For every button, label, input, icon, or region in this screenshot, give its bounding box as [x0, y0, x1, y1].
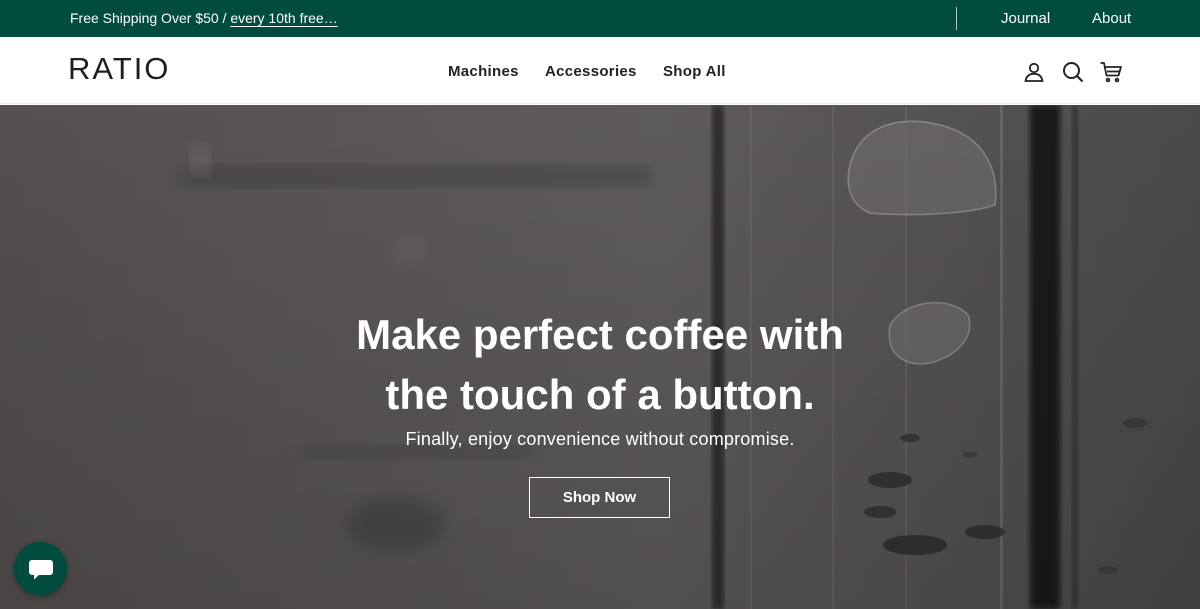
shop-now-button[interactable]: Shop Now: [529, 477, 670, 518]
journal-link[interactable]: Journal: [1001, 10, 1050, 27]
announcement-bar: Free Shipping Over $50 / every 10th free…: [0, 0, 1200, 37]
announcement-divider: [956, 7, 957, 30]
hero-title-line-1: Make perfect coffee with: [356, 311, 844, 358]
cart-icon[interactable]: [1099, 60, 1123, 84]
promo-banner: Free Shipping Over $50 / every 10th free…: [70, 10, 338, 26]
hero-banner: Make perfect coffee with the touch of a …: [0, 105, 1200, 609]
about-link[interactable]: About: [1092, 10, 1131, 27]
promo-text: Free Shipping Over $50 /: [70, 10, 231, 26]
hero-subtitle: Finally, enjoy convenience without compr…: [405, 429, 795, 449]
nav-accessories[interactable]: Accessories: [545, 63, 637, 80]
chat-widget-button[interactable]: [14, 542, 67, 595]
account-icon[interactable]: [1022, 60, 1046, 84]
chat-icon: [29, 560, 53, 580]
site-header: RATIO Machines Accessories Shop All: [0, 37, 1200, 104]
nav-machines[interactable]: Machines: [448, 63, 519, 80]
main-nav: Machines Accessories Shop All: [0, 63, 1200, 83]
hero-title: Make perfect coffee with the touch of a …: [300, 305, 900, 425]
promo-link[interactable]: every 10th free…: [230, 10, 337, 26]
nav-shop-all[interactable]: Shop All: [663, 63, 726, 80]
hero-title-line-2: the touch of a button.: [385, 371, 815, 418]
search-icon[interactable]: [1061, 60, 1085, 84]
